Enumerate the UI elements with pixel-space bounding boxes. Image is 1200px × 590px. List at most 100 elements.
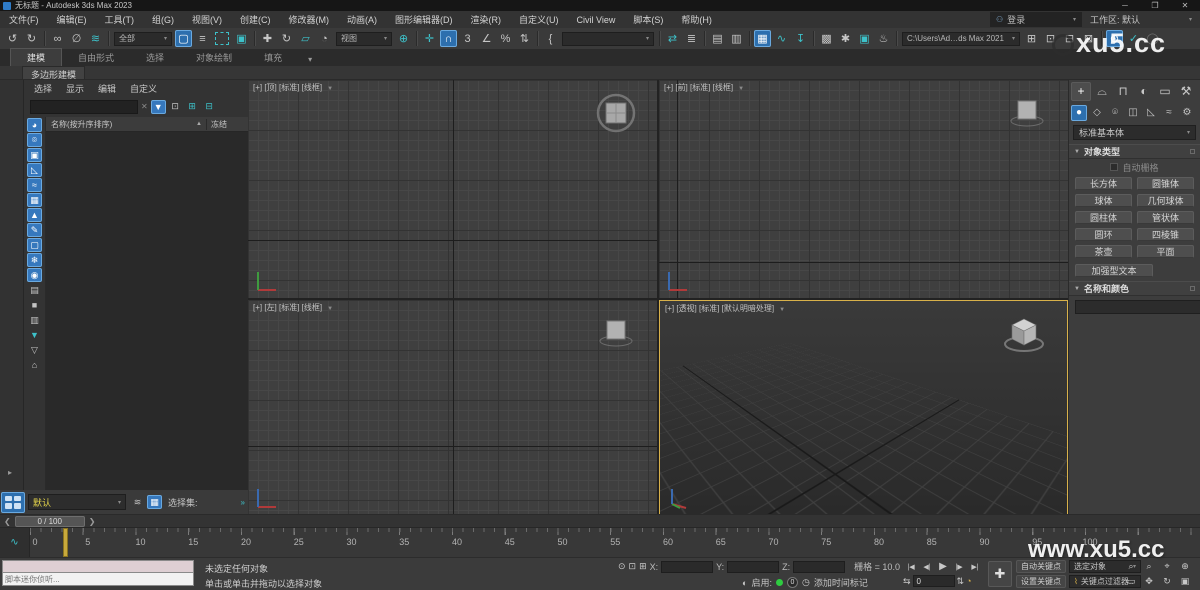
viewport-layout-button[interactable]: [1, 492, 25, 513]
display-frozen-icon[interactable]: ❄: [27, 253, 42, 267]
lock-icon[interactable]: ⊡: [168, 100, 183, 114]
mini-curve-editor-button[interactable]: ∿: [0, 528, 30, 557]
snaps-toggle-icon[interactable]: ∩: [440, 30, 457, 47]
search-input[interactable]: [30, 100, 138, 114]
viewport-top-label[interactable]: [+] [顶] [标准] [线框]▼: [253, 82, 333, 93]
explorer-menu-select[interactable]: 选择: [34, 82, 52, 95]
viewport-perspective[interactable]: [+] [透视] [标准] [默认明暗处理]▼: [659, 300, 1068, 515]
teapot-button[interactable]: 茶壶: [1075, 245, 1132, 258]
next-frame-icon[interactable]: ❯: [85, 517, 100, 526]
z-coordinate-field[interactable]: [793, 561, 845, 573]
time-slider-thumb[interactable]: 0 / 100: [15, 516, 85, 527]
play-button[interactable]: ▶: [935, 560, 951, 573]
selection-region-icon[interactable]: [215, 32, 229, 45]
macro-recorder-field[interactable]: [2, 560, 194, 573]
transform-gizmo-icon[interactable]: ⊞: [639, 561, 647, 572]
snap-move-icon[interactable]: ✛: [421, 30, 438, 47]
current-frame-field[interactable]: 0: [913, 575, 955, 587]
menu-scripting[interactable]: 脚本(S): [624, 13, 672, 26]
display-xrefs-icon[interactable]: ▲: [27, 208, 42, 222]
track-bar-ruler[interactable]: 0510152025303540455055606570758085909510…: [30, 528, 1200, 557]
scene-explorer-toggle-icon[interactable]: ▤: [709, 30, 726, 47]
viewport-menu-icon[interactable]: ▼: [327, 306, 333, 312]
explorer-menu-display[interactable]: 显示: [66, 82, 84, 95]
material-view-icon[interactable]: ■: [27, 298, 42, 312]
go-to-end-button[interactable]: ▶|: [967, 560, 983, 573]
viewcube-front[interactable]: [1004, 90, 1050, 136]
edit-named-selection-sets-icon[interactable]: {: [542, 30, 559, 47]
unlink-selection-icon[interactable]: ∅: [68, 30, 85, 47]
menu-rendering[interactable]: 渲染(R): [462, 13, 511, 26]
pan-icon[interactable]: ✥: [1140, 574, 1158, 589]
display-containers-icon[interactable]: ▢: [27, 238, 42, 252]
zoom-region-icon[interactable]: ▭: [1122, 574, 1140, 589]
selection-filter-dropdown[interactable]: 全部 ▾: [114, 32, 172, 46]
display-hidden-icon[interactable]: ◉: [27, 268, 42, 282]
menu-customize[interactable]: 自定义(U): [510, 13, 568, 26]
render-production-icon[interactable]: ♨: [875, 30, 892, 47]
tab-populate[interactable]: 填充: [248, 49, 298, 66]
geometry-category-icon[interactable]: ●: [1071, 105, 1087, 121]
tab-modeling[interactable]: 建模: [10, 48, 62, 66]
viewport-menu-icon[interactable]: ▼: [327, 86, 333, 92]
set-keys-button[interactable]: ✚: [988, 561, 1012, 587]
layout-preset-dropdown[interactable]: 默认 ▾: [28, 494, 126, 510]
select-object-icon[interactable]: ▢: [175, 30, 192, 47]
add-time-tag[interactable]: 添加时间标记: [814, 576, 868, 589]
display-spacewarps-icon[interactable]: ≈: [27, 178, 42, 192]
menu-file[interactable]: 文件(F): [0, 13, 48, 26]
menu-group[interactable]: 组(G): [143, 13, 183, 26]
viewcube-top[interactable]: [593, 90, 639, 136]
pyramid-button[interactable]: 四棱锥: [1137, 228, 1194, 241]
subcategory-dropdown[interactable]: 标准基本体 ▾: [1073, 125, 1196, 140]
login-button[interactable]: ⚇ 登录 ▾: [990, 12, 1082, 27]
viewport-top[interactable]: [+] [顶] [标准] [线框]▼: [248, 80, 657, 298]
align-icon[interactable]: ≣: [683, 30, 700, 47]
display-helpers-icon[interactable]: ◺: [27, 163, 42, 177]
autogrid-checkbox[interactable]: [1110, 163, 1118, 171]
systems-category-icon[interactable]: ⚙: [1179, 105, 1195, 121]
viewport-left-label[interactable]: [+] [左] [标准] [线框]▼: [253, 302, 333, 313]
name-color-rollout-header[interactable]: ▼ 名称和颜色: [1069, 281, 1200, 296]
sphere-button[interactable]: 球体: [1075, 194, 1132, 207]
torus-button[interactable]: 圆环: [1075, 228, 1132, 241]
motion-tab-icon[interactable]: ◐: [1134, 82, 1154, 101]
collapse-all-icon[interactable]: ⊟: [202, 100, 217, 114]
explorer-link-icon[interactable]: ▦: [147, 495, 162, 509]
previous-frame-icon[interactable]: ❮: [0, 517, 15, 526]
go-to-start-button[interactable]: |◀: [903, 560, 919, 573]
display-groups-icon[interactable]: ▦: [27, 193, 42, 207]
use-center-icon[interactable]: ⊕: [395, 30, 412, 47]
named-selection-set-dropdown[interactable]: ▾: [562, 32, 654, 46]
workspace-dropdown[interactable]: 工作区: 默认 ▾: [1082, 13, 1200, 26]
project-folder-dropdown[interactable]: C:\Users\Ad…ds Max 2021 ▾: [902, 32, 1020, 46]
select-by-name-icon[interactable]: ≡: [194, 30, 211, 47]
selection-lock-icon[interactable]: ⊡: [629, 561, 637, 572]
cone-button[interactable]: 圆锥体: [1137, 177, 1194, 190]
select-and-move-icon[interactable]: ✚: [259, 30, 276, 47]
menu-tools[interactable]: 工具(T): [96, 13, 144, 26]
geosphere-button[interactable]: 几何球体: [1137, 194, 1194, 207]
previous-frame-button[interactable]: ◀|: [919, 560, 935, 573]
filter-icon[interactable]: ▼: [151, 100, 166, 114]
display-tab-icon[interactable]: ▭: [1155, 82, 1175, 101]
box-button[interactable]: 长方体: [1075, 177, 1132, 190]
frame-spinner[interactable]: ⇅: [957, 576, 965, 587]
next-frame-button[interactable]: |▶: [951, 560, 967, 573]
list-view-icon[interactable]: ▤: [27, 283, 42, 297]
pick-container-icon[interactable]: ⌂: [27, 358, 42, 372]
percent-snap-icon[interactable]: %: [497, 30, 514, 47]
viewport-left[interactable]: [+] [左] [标准] [线框]▼: [248, 300, 657, 515]
ribbon-toggle-icon[interactable]: ▦: [754, 30, 771, 47]
x-coordinate-field[interactable]: [661, 561, 713, 573]
menu-modifiers[interactable]: 修改器(M): [280, 13, 339, 26]
cameras-category-icon[interactable]: ◫: [1125, 105, 1141, 121]
redo-icon[interactable]: ↻: [23, 30, 40, 47]
display-lights-icon[interactable]: ⌾: [27, 133, 42, 147]
explorer-menu-edit[interactable]: 编辑: [98, 82, 116, 95]
object-name-input[interactable]: [1075, 300, 1200, 314]
viewport-front[interactable]: [+] [前] [标准] [线框]▼: [659, 80, 1068, 298]
menu-edit[interactable]: 编辑(E): [48, 13, 96, 26]
plane-button[interactable]: 平面: [1137, 245, 1194, 258]
tube-button[interactable]: 管状体: [1137, 211, 1194, 224]
